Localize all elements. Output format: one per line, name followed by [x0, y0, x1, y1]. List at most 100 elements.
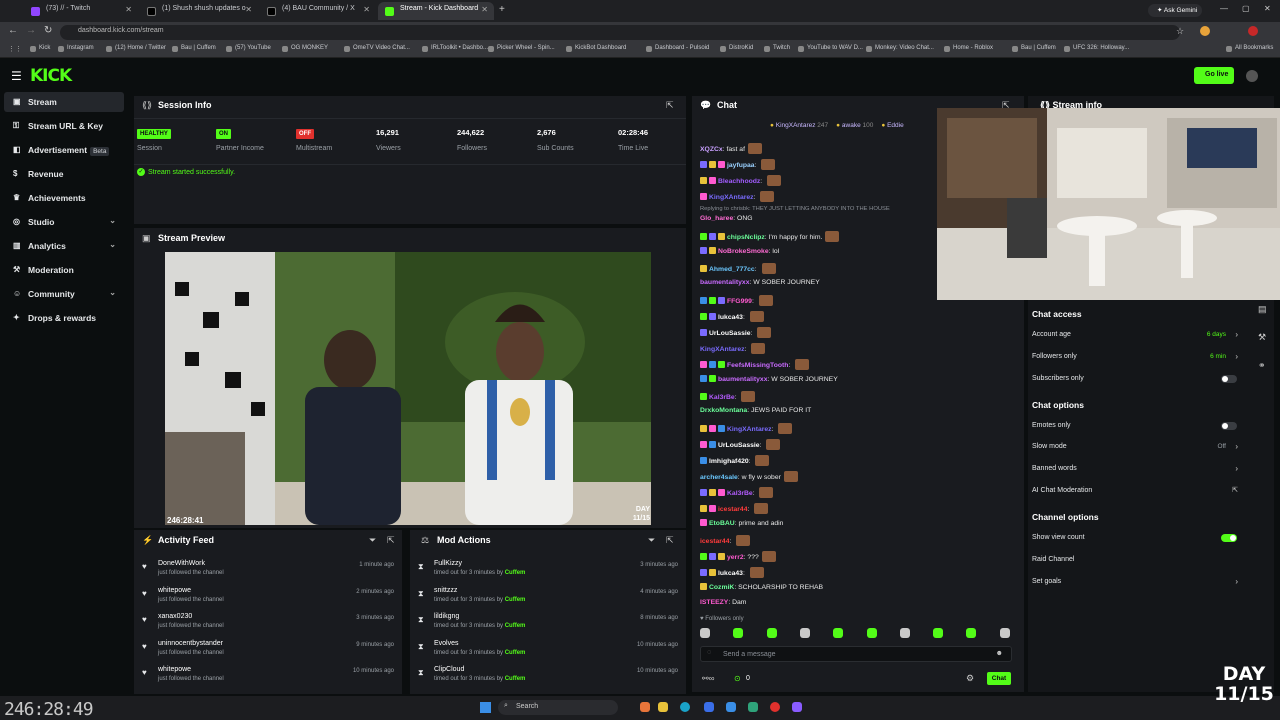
taskbar-app-icon[interactable]: [640, 702, 650, 712]
chat-username[interactable]: Kal3rBe: [709, 394, 735, 401]
url-field[interactable]: dashboard.kick.com/stream: [60, 25, 1180, 40]
profile-avatar[interactable]: [1248, 26, 1258, 36]
quick-emote[interactable]: [933, 628, 944, 638]
browser-tab[interactable]: (73) // - Twitch ✕: [24, 2, 138, 20]
sidebar-item-moderation[interactable]: ⚒ Moderation: [4, 260, 124, 280]
kick-logo[interactable]: KICK: [30, 66, 72, 86]
gifter-chip[interactable]: ● awake 100: [836, 122, 873, 129]
chat-send-button[interactable]: Chat: [987, 672, 1011, 685]
outlook-icon[interactable]: [726, 702, 736, 712]
chat-username[interactable]: chipsNclipz: [727, 234, 765, 241]
chat-username[interactable]: lukca43: [718, 570, 743, 577]
close-icon[interactable]: ✕: [245, 5, 252, 14]
quick-emote[interactable]: [766, 628, 777, 638]
moderated-user[interactable]: FullKizzy: [434, 560, 462, 567]
forward-icon[interactable]: →: [26, 25, 36, 36]
chat-username[interactable]: icestar44: [700, 538, 729, 545]
quick-emote[interactable]: [833, 628, 844, 638]
chat-username[interactable]: baumentalityxx: [700, 279, 749, 286]
slow-mode-row[interactable]: Slow mode Off ›: [1032, 442, 1240, 453]
reload-icon[interactable]: ↻: [44, 25, 52, 36]
sidebar-item-analytics[interactable]: ▥ Analytics ⌄: [4, 236, 124, 256]
sidebar-item-revenue[interactable]: $ Revenue: [4, 164, 124, 184]
bookmark-item[interactable]: KickBot Dashboard: [566, 45, 626, 52]
quick-emote[interactable]: [866, 628, 877, 638]
chat-username[interactable]: Kal3rBe: [727, 490, 753, 497]
quick-emote[interactable]: [999, 628, 1010, 638]
moderated-user[interactable]: lildikgng: [434, 613, 459, 620]
chat-username[interactable]: icestar44: [718, 506, 747, 513]
sidebar-item-stream[interactable]: ▣ Stream: [4, 92, 124, 112]
browser-tab-active[interactable]: Stream - Kick Dashboard ✕: [378, 2, 494, 20]
ai-chat-moderation-row[interactable]: AI Chat Moderation ⇱: [1032, 487, 1240, 497]
followers-only-row[interactable]: Followers only 6 min ›: [1032, 352, 1240, 363]
sidebar-item-studio[interactable]: ◎ Studio ⌄: [4, 212, 124, 232]
moderated-user[interactable]: ClipCloud: [434, 666, 464, 673]
filter-icon[interactable]: ⏷: [369, 535, 376, 546]
taskbar-app-icon[interactable]: [704, 702, 714, 712]
bookmark-item[interactable]: Monkey: Video Chat...: [866, 45, 934, 52]
bookmark-item[interactable]: Twitch: [764, 45, 790, 52]
chat-username[interactable]: FeefsMissingTooth: [727, 362, 788, 369]
chat-username[interactable]: KingXAntarez: [700, 346, 745, 353]
banned-words-row[interactable]: Banned words ›: [1032, 464, 1240, 475]
extension-icon[interactable]: [1200, 26, 1210, 36]
chat-username[interactable]: UrLouSassie: [709, 330, 751, 337]
subscribers-only-toggle[interactable]: [1221, 375, 1237, 383]
ask-gemini-button[interactable]: ✦ Ask Gemini: [1148, 4, 1202, 17]
chat-username[interactable]: yerr2: [727, 554, 744, 561]
bookmark-item[interactable]: Bau | Cuffem: [172, 45, 216, 52]
link-icon[interactable]: ⚭: [1258, 360, 1266, 371]
bookmark-item[interactable]: (12) Home / Twitter: [106, 45, 166, 52]
emoji-icon[interactable]: ☻: [996, 650, 1003, 657]
browser-tab[interactable]: (1) Shush shush updates o ✕: [140, 2, 258, 20]
chat-username[interactable]: Glo_haree: [700, 215, 733, 222]
taskbar-search[interactable]: ⌕ Search: [498, 700, 618, 715]
chat-username[interactable]: FFG999: [727, 298, 752, 305]
bookmark-item[interactable]: DistroKid: [720, 45, 753, 52]
chat-username[interactable]: archer4sale: [700, 474, 738, 481]
chat-username[interactable]: NoBrokeSmoke: [718, 248, 769, 255]
quick-emote[interactable]: [899, 628, 910, 638]
sidebar-item-community[interactable]: ☺ Community ⌄: [4, 284, 124, 304]
chat-username[interactable]: EtoBAU: [709, 520, 735, 527]
show-view-count-toggle[interactable]: [1221, 534, 1237, 542]
star-icon[interactable]: ☆: [1176, 26, 1184, 37]
back-icon[interactable]: ←: [8, 25, 18, 36]
quick-emote[interactable]: [700, 628, 710, 638]
quick-emote[interactable]: [966, 628, 977, 638]
bookmark-item[interactable]: OG MONKEY: [282, 45, 328, 52]
bookmark-item[interactable]: OmeTV Video Chat...: [344, 45, 410, 52]
windows-start-icon[interactable]: [480, 702, 491, 713]
moderated-user[interactable]: Evolves: [434, 640, 459, 647]
chat-username[interactable]: UrLouSassie: [718, 442, 760, 449]
chevron-down-icon[interactable]: ⌄: [109, 288, 116, 297]
menu-icon[interactable]: ☰: [11, 69, 22, 83]
chat-input[interactable]: ◌ Send a message ☻: [700, 646, 1012, 662]
bookmark-item[interactable]: IRLToolkit • Dashbo...: [422, 45, 488, 52]
popout-icon[interactable]: ⇱: [387, 535, 395, 546]
wrench-icon[interactable]: ⚒: [1258, 332, 1266, 343]
gifter-chip[interactable]: ● Eddie: [881, 122, 903, 129]
filter-icon[interactable]: ⏷: [648, 535, 655, 546]
chat-username[interactable]: jayfupaa: [727, 162, 755, 169]
chat-username[interactable]: XQZCx: [700, 146, 723, 153]
sidebar-item-drops-rewards[interactable]: ✦ Drops & rewards: [4, 308, 124, 328]
chat-username[interactable]: lmhighaf420: [709, 458, 749, 465]
chat-username[interactable]: KingXAntarez: [709, 194, 754, 201]
emotes-only-toggle[interactable]: [1221, 422, 1237, 430]
infinity-icon[interactable]: ⚯∞: [702, 674, 714, 683]
bookmark-item[interactable]: Dashboard - Pulsoid: [646, 45, 709, 52]
all-bookmarks[interactable]: All Bookmarks: [1226, 45, 1273, 52]
minimize-icon[interactable]: —: [1220, 4, 1228, 13]
settings-gear-icon[interactable]: ⚙: [966, 673, 974, 684]
follower-name[interactable]: uninnocentbystander: [158, 640, 223, 647]
apps-icon[interactable]: ⋮⋮: [8, 45, 22, 53]
file-explorer-icon[interactable]: [658, 702, 668, 712]
chevron-down-icon[interactable]: ⌄: [109, 240, 116, 249]
chat-username[interactable]: Ahmed_777cc: [709, 266, 755, 273]
gifter-chip[interactable]: ● KingXAntarez 247: [770, 122, 828, 129]
bookmark-item[interactable]: UFC 326: Holloway...: [1064, 45, 1129, 52]
follower-name[interactable]: whitepowe: [158, 587, 191, 594]
edge-icon[interactable]: [680, 702, 690, 712]
